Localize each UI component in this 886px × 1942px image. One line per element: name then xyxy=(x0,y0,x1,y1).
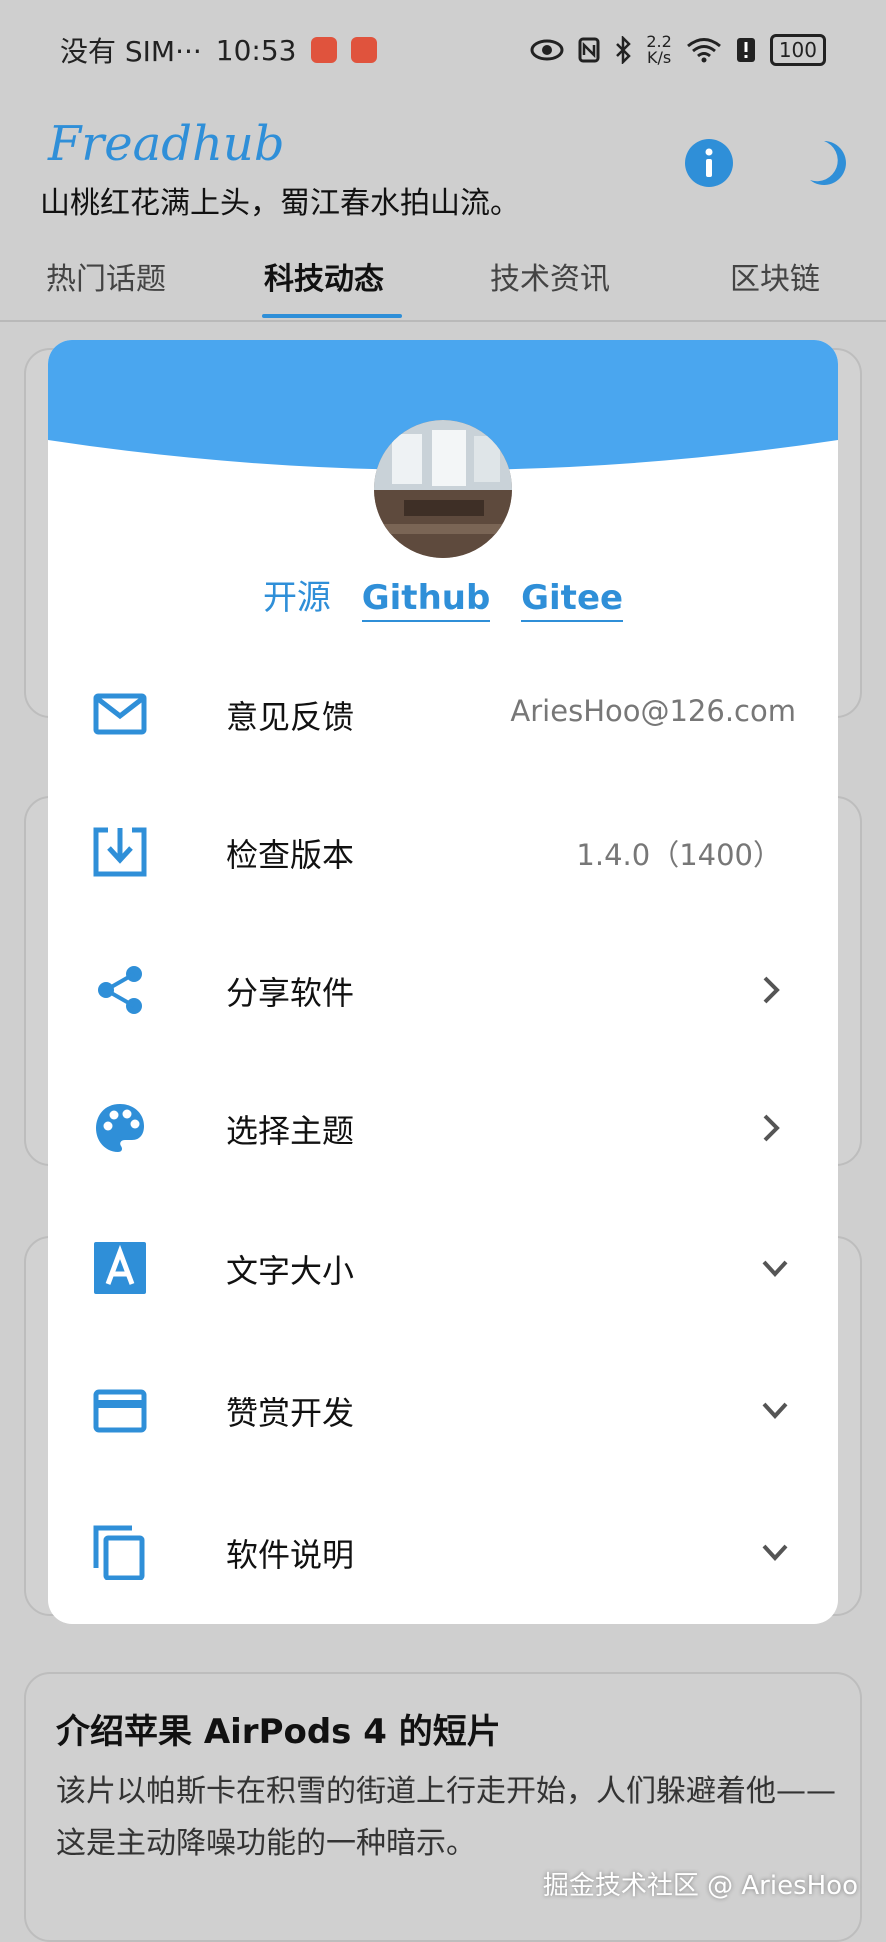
battery-indicator: 100 xyxy=(769,34,826,66)
menu-item-description[interactable]: 软件说明 xyxy=(48,1492,838,1612)
app-subtitle: 山桃红花满上头，蜀江春水拍山流。 xyxy=(40,186,520,221)
watermark: 掘金技术社区 @ AriesHoo xyxy=(542,1871,858,1901)
menu-label: 选择主题 xyxy=(226,1112,355,1150)
gitee-link[interactable]: Gitee xyxy=(521,578,624,622)
chevron-down-icon xyxy=(762,1402,788,1419)
time-text: 10:53 xyxy=(215,33,297,67)
menu-item-share[interactable]: 分享软件 xyxy=(48,930,838,1050)
bluetooth-icon xyxy=(616,36,632,64)
info-icon[interactable] xyxy=(684,138,734,188)
tab-indicator xyxy=(262,314,402,318)
net-speed: 2.2 K/s xyxy=(646,34,671,66)
status-left: 没有 SIM··· 10:53 xyxy=(60,30,377,70)
menu-label: 赞赏开发 xyxy=(226,1394,355,1432)
share-icon xyxy=(98,966,142,1014)
github-link[interactable]: Github xyxy=(361,578,491,622)
carrier-text: 没有 SIM··· xyxy=(60,35,202,68)
status-bar: 没有 SIM··· 10:53 2.2 K/s 100 xyxy=(0,0,886,100)
chevron-down-icon xyxy=(762,1544,788,1561)
tab-tech-news[interactable]: 科技动态 xyxy=(264,254,384,298)
chevron-down-icon xyxy=(762,1260,788,1277)
copy-icon xyxy=(93,1525,145,1580)
chevron-right-icon xyxy=(763,976,780,1004)
palette-icon xyxy=(96,1104,144,1152)
menu-label: 分享软件 xyxy=(226,974,355,1012)
mail-icon xyxy=(93,693,147,735)
nfc-icon xyxy=(578,37,600,63)
moon-icon[interactable] xyxy=(802,138,852,188)
source-links: 开源 Github Gitee xyxy=(48,570,838,622)
avatar xyxy=(374,420,512,558)
menu-value-version: 1.4.0（1400） xyxy=(576,838,782,872)
net-speed-unit: K/s xyxy=(646,48,672,67)
card-icon xyxy=(93,1389,147,1433)
download-icon xyxy=(93,827,147,877)
menu-value-email: AriesHoo@126.com xyxy=(510,694,796,728)
app-header: Freadhub 山桃红花满上头，蜀江春水拍山流。 xyxy=(0,110,886,221)
font-icon xyxy=(94,1242,146,1294)
about-dialog: 开源 Github Gitee 意见反馈 AriesHoo@126.com 检查… xyxy=(48,340,838,1624)
article-title: 介绍苹果 AirPods 4 的短片 xyxy=(56,1712,501,1752)
tab-tech-info[interactable]: 技术资讯 xyxy=(490,254,610,298)
notification-icon xyxy=(310,37,337,63)
alert-icon xyxy=(736,38,755,62)
menu-label: 意见反馈 xyxy=(226,698,355,736)
wifi-icon xyxy=(686,38,721,63)
app-title: Freadhub xyxy=(48,116,285,172)
menu-label: 文字大小 xyxy=(226,1252,355,1290)
tab-bar: 热门话题 科技动态 技术资讯 区块链 xyxy=(0,240,886,322)
article-body: 该片以帕斯卡在积雪的街道上行走开始，人们躲避着他——这是主动降噪功能的一种暗示。 xyxy=(56,1774,836,1861)
menu-item-feedback[interactable]: 意见反馈 AriesHoo@126.com xyxy=(48,654,838,774)
menu-item-theme[interactable]: 选择主题 xyxy=(48,1068,838,1188)
tab-blockchain[interactable]: 区块链 xyxy=(730,254,820,298)
menu-label: 软件说明 xyxy=(226,1536,355,1574)
eye-icon xyxy=(530,39,564,61)
status-right: 2.2 K/s 100 xyxy=(530,34,826,66)
menu-item-font-size[interactable]: 文字大小 xyxy=(48,1208,838,1328)
chevron-right-icon xyxy=(763,1114,780,1142)
menu-item-donate[interactable]: 赞赏开发 xyxy=(48,1350,838,1470)
menu-item-check-version[interactable]: 检查版本 1.4.0（1400） xyxy=(48,792,838,912)
notification-icon xyxy=(350,37,377,63)
tab-hot-topics[interactable]: 热门话题 xyxy=(46,254,166,298)
menu-label: 检查版本 xyxy=(226,836,355,874)
open-source-label: 开源 xyxy=(262,578,331,618)
